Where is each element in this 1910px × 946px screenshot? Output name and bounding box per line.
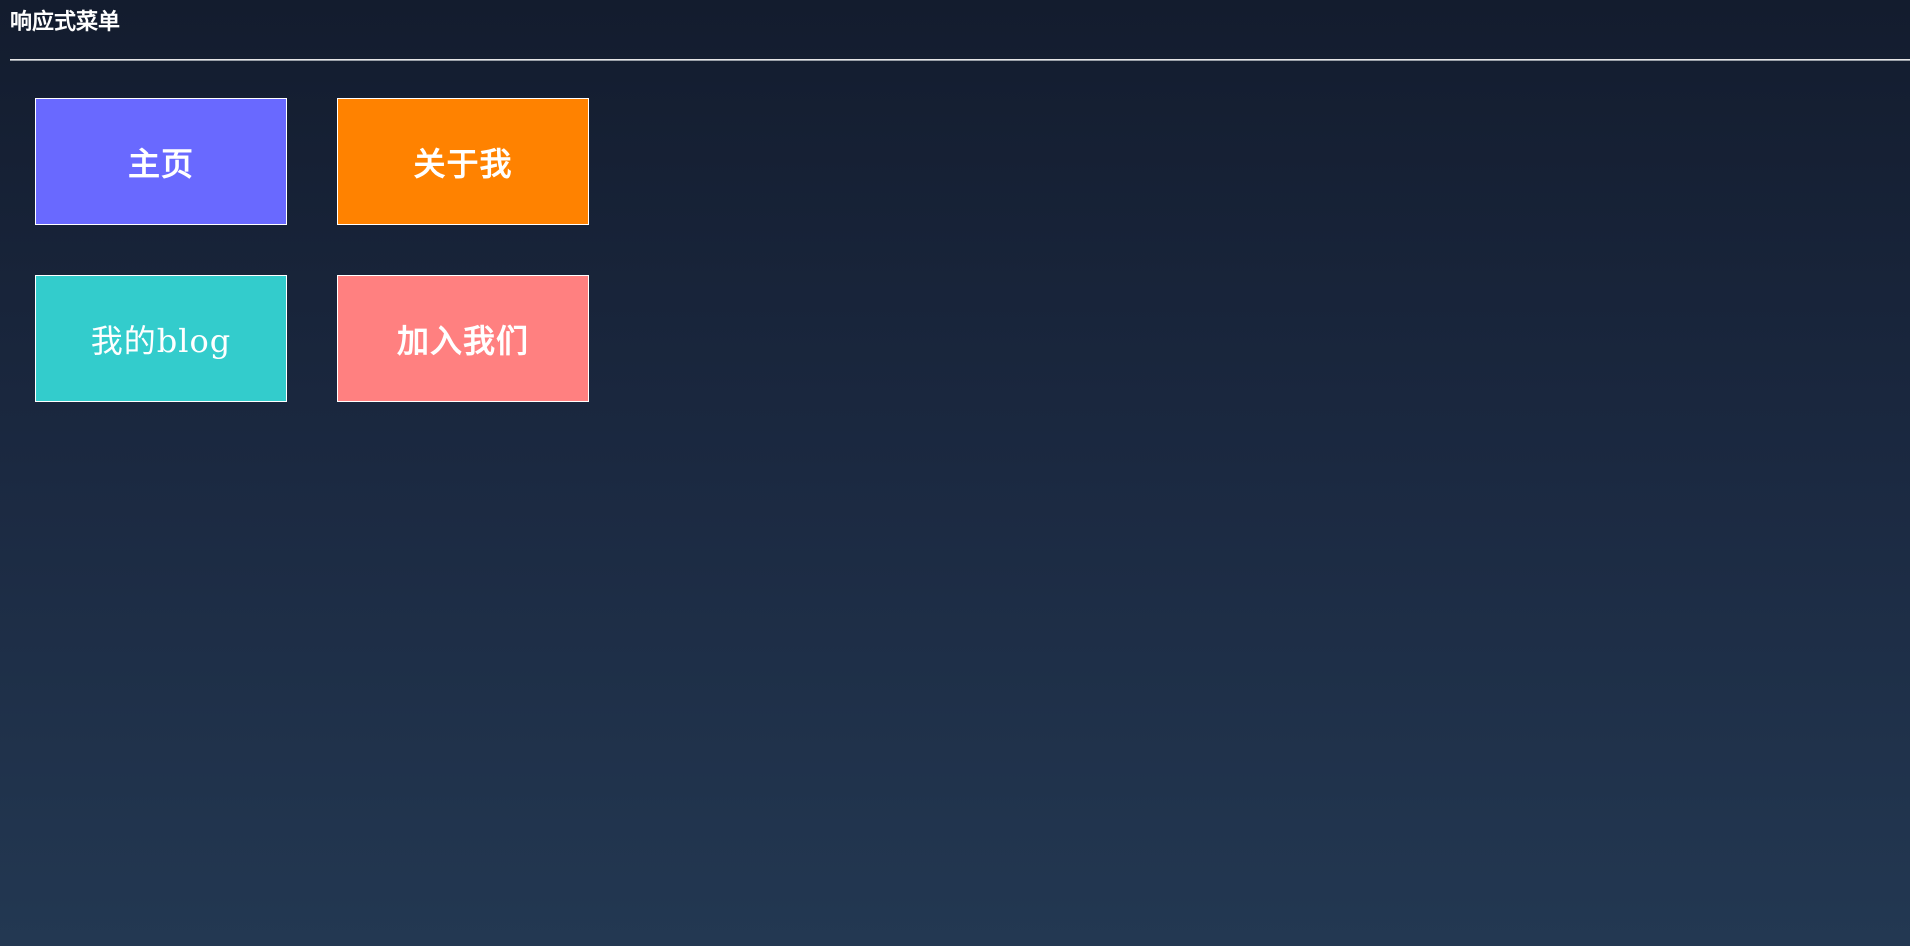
page-title: 响应式菜单: [10, 10, 121, 35]
title-divider: [10, 59, 1910, 61]
menu-tile-home[interactable]: 主页: [35, 98, 287, 225]
menu-tile-join-us[interactable]: 加入我们: [337, 275, 589, 402]
menu-tile-about[interactable]: 关于我: [337, 98, 589, 225]
menu-tile-blog[interactable]: 我的blog: [35, 275, 287, 402]
menu-grid: 主页 关于我 我的blog 加入我们: [35, 98, 589, 402]
